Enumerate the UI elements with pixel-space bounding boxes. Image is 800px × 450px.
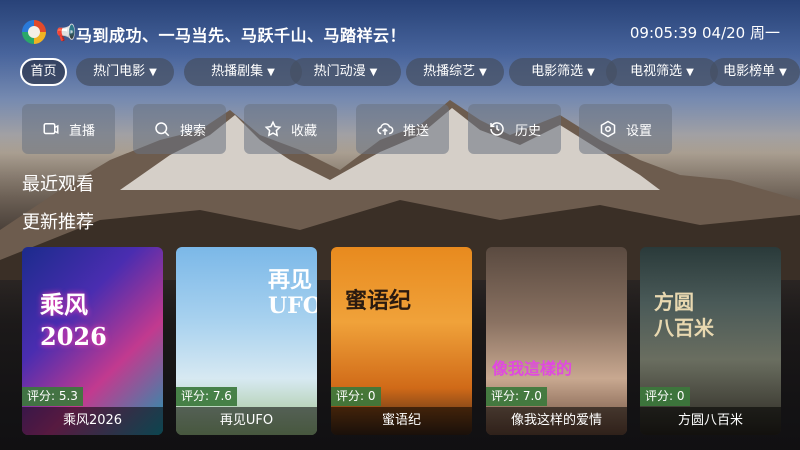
tab-hot-movies[interactable]: 热门电影 ▼ bbox=[76, 58, 174, 86]
upload-cloud-icon bbox=[377, 123, 394, 135]
rating-badge: 评分: 5.3 bbox=[22, 387, 83, 406]
gear-icon bbox=[600, 120, 616, 138]
push-button[interactable]: 推送 bbox=[356, 104, 449, 154]
history-button[interactable]: 历史 bbox=[468, 104, 561, 154]
card-title: 像我这样的爱情 bbox=[486, 407, 627, 435]
dropdown-icon: ▼ bbox=[686, 67, 694, 78]
section-recently-watched: 最近观看 bbox=[22, 174, 94, 195]
poster-title-art: 再见 UFO bbox=[268, 267, 317, 319]
live-button[interactable]: 直播 bbox=[22, 104, 115, 154]
clock: 09:05:39 04/20 周一 bbox=[629, 24, 780, 42]
app-logo bbox=[22, 20, 46, 44]
poster-title-art: 乘风 2026 bbox=[40, 290, 107, 351]
tab-hot-anime[interactable]: 热门动漫 ▼ bbox=[290, 58, 401, 86]
search-button[interactable]: 搜索 bbox=[133, 104, 226, 154]
dropdown-icon: ▼ bbox=[267, 67, 275, 78]
tab-movie-filter[interactable]: 电影筛选 ▼ bbox=[509, 58, 617, 86]
poster-title-art: 像我這樣的 bbox=[492, 359, 573, 378]
card-title: 方圆八百米 bbox=[640, 407, 781, 435]
media-card[interactable]: 乘风 2026 评分: 5.3 乘风2026 bbox=[22, 247, 163, 435]
rating-badge: 评分: 0 bbox=[640, 387, 690, 406]
settings-button[interactable]: 设置 bbox=[579, 104, 672, 154]
dropdown-icon: ▼ bbox=[779, 67, 787, 78]
favorites-button[interactable]: 收藏 bbox=[244, 104, 337, 154]
tab-movie-chart[interactable]: 电影榜单 ▼ bbox=[710, 58, 800, 86]
media-card[interactable]: 方圆 八百米 评分: 0 方圆八百米 bbox=[640, 247, 781, 435]
category-tabs: 首页 热门电影 ▼ 热播剧集 ▼ 热门动漫 ▼ 热播综艺 ▼ 电影筛选 ▼ 电视筛选 ▼ 电… bbox=[20, 58, 800, 86]
tab-home[interactable]: 首页 bbox=[20, 58, 67, 86]
dropdown-icon: ▼ bbox=[479, 67, 487, 78]
poster-title-art: 方圆 八百米 bbox=[654, 290, 714, 340]
card-title: 蜜语纪 bbox=[331, 407, 472, 435]
rating-badge: 评分: 7.6 bbox=[176, 387, 237, 406]
dropdown-icon: ▼ bbox=[369, 67, 378, 78]
section-updates: 更新推荐 bbox=[22, 212, 94, 233]
dropdown-icon: ▼ bbox=[149, 67, 157, 78]
history-icon bbox=[490, 122, 504, 136]
card-title: 乘风2026 bbox=[22, 407, 163, 435]
media-card[interactable]: 像我這樣的 评分: 7.0 像我这样的爱情 bbox=[486, 247, 627, 435]
media-card[interactable]: 蜜语纪 评分: 0 蜜语纪 bbox=[331, 247, 472, 435]
search-icon bbox=[155, 122, 170, 137]
card-title: 再见UFO bbox=[176, 407, 317, 435]
tab-hot-variety[interactable]: 热播综艺 ▼ bbox=[406, 58, 504, 86]
rating-badge: 评分: 0 bbox=[331, 387, 381, 406]
poster-title-art: 蜜语纪 bbox=[345, 288, 412, 314]
rating-badge: 评分: 7.0 bbox=[486, 387, 547, 406]
tab-hot-series[interactable]: 热播剧集 ▼ bbox=[184, 58, 302, 86]
media-card[interactable]: 再见 UFO 评分: 7.6 再见UFO bbox=[176, 247, 317, 435]
megaphone-icon: 📢 bbox=[56, 23, 76, 42]
dropdown-icon: ▼ bbox=[587, 67, 595, 78]
tv-icon bbox=[43, 123, 59, 135]
star-icon bbox=[264, 120, 282, 137]
tab-tv-filter[interactable]: 电视筛选 ▼ bbox=[606, 58, 718, 86]
announcement-ticker: 马到成功、一马当先、马跃千山、马踏祥云！ bbox=[76, 26, 407, 45]
